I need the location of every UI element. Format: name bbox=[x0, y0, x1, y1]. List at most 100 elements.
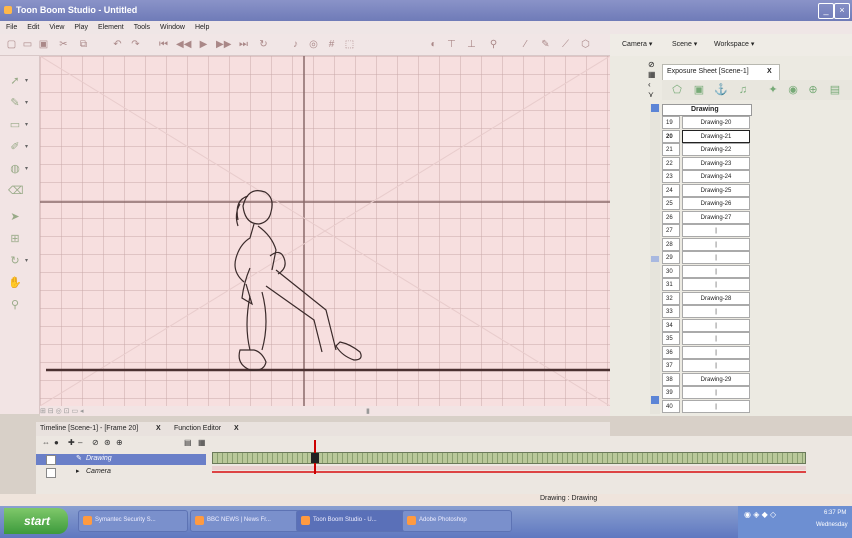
grid-side-icon[interactable]: ▦ bbox=[648, 70, 656, 79]
select-tool-icon[interactable]: ➚ ▾ bbox=[8, 74, 28, 88]
safe-area-icon[interactable]: ⬚ bbox=[344, 39, 355, 50]
prev-frame-icon[interactable]: ◀◀ bbox=[176, 39, 191, 50]
layer-visible-checkbox[interactable] bbox=[46, 468, 56, 478]
menu-tools[interactable]: Tools bbox=[134, 21, 150, 34]
drawing-cell[interactable]: | bbox=[682, 359, 750, 372]
canvas-scroll-thumb[interactable]: ▮ bbox=[366, 407, 370, 415]
effects-icon[interactable]: ✦ bbox=[766, 83, 780, 97]
drawing-cell[interactable]: Drawing-26 bbox=[682, 197, 750, 210]
drawing-cell[interactable]: Drawing-23 bbox=[682, 156, 750, 170]
drawing-cell[interactable]: | bbox=[682, 305, 750, 318]
drawing-cell[interactable]: Drawing-27 bbox=[682, 210, 750, 224]
brush-tool-icon[interactable]: ✎ ▾ bbox=[8, 96, 28, 110]
play-icon[interactable]: ▶ bbox=[198, 39, 209, 50]
exposure-row[interactable]: 21 Drawing-22 bbox=[662, 143, 752, 156]
collapse-side-icon[interactable]: ‹ bbox=[648, 80, 651, 89]
timeline-settings-icon[interactable]: ▤ bbox=[184, 438, 192, 447]
task-photoshop[interactable]: Adobe Photoshop bbox=[402, 510, 512, 532]
exposure-row[interactable]: 33 | bbox=[662, 305, 752, 318]
layer-row-drawing[interactable]: ✎ Drawing bbox=[36, 454, 206, 465]
sound-icon[interactable]: ♪ bbox=[290, 39, 301, 50]
balance-icon[interactable]: ⊥ bbox=[466, 39, 477, 50]
function-editor-close-icon[interactable]: X bbox=[234, 425, 239, 432]
exposure-row[interactable]: 22 Drawing-23 bbox=[662, 156, 752, 170]
exposure-row[interactable]: 23 Drawing-24 bbox=[662, 170, 752, 183]
save-icon[interactable]: ▣ bbox=[38, 39, 49, 50]
exposure-row[interactable]: 25 Drawing-26 bbox=[662, 197, 752, 210]
exposure-row[interactable]: 39 | bbox=[662, 386, 752, 399]
copy-icon[interactable]: ⧉ bbox=[78, 39, 89, 50]
onion-skin-icon[interactable]: ◎ bbox=[308, 39, 319, 50]
hand-tool-icon[interactable]: ✋ bbox=[8, 276, 22, 290]
exposure-row[interactable]: 40 | bbox=[662, 399, 752, 413]
redo-icon[interactable]: ↷ bbox=[130, 39, 141, 50]
minimize-button[interactable]: _ bbox=[818, 3, 834, 19]
drawing-cell[interactable]: | bbox=[682, 237, 750, 251]
first-frame-icon[interactable]: ⏮ bbox=[158, 39, 169, 50]
pencil-tool-icon[interactable]: ✐ ▾ bbox=[8, 140, 28, 154]
drawing-cell[interactable]: | bbox=[682, 318, 750, 332]
grid-icon[interactable]: # bbox=[326, 39, 337, 50]
exposure-row[interactable]: 37 | bbox=[662, 359, 752, 372]
align-icon[interactable]: ⊤ bbox=[446, 39, 457, 50]
new-icon[interactable]: ▢ bbox=[6, 39, 17, 50]
frame-ruler[interactable] bbox=[212, 440, 806, 450]
camera-dropdown[interactable]: Camera ▾ bbox=[622, 40, 652, 48]
menu-element[interactable]: Element bbox=[98, 21, 124, 34]
group-icon[interactable]: ⊕ bbox=[806, 83, 820, 97]
shape-tool-icon[interactable]: ▭ ▾ bbox=[8, 118, 28, 132]
start-button[interactable]: start bbox=[4, 508, 68, 534]
exposure-row[interactable]: 24 Drawing-25 bbox=[662, 183, 752, 197]
grid-tool-icon[interactable]: ⊞ bbox=[8, 232, 22, 246]
drawing-cell[interactable]: | bbox=[682, 332, 750, 345]
exposure-row[interactable]: 38 Drawing-29 bbox=[662, 372, 752, 386]
zoom-tool-icon[interactable]: ⚲ bbox=[8, 298, 22, 312]
cut-icon[interactable]: ✂ bbox=[58, 39, 69, 50]
exposure-row[interactable]: 27 | bbox=[662, 224, 752, 237]
task-symantec[interactable]: Symantec Security S... bbox=[78, 510, 188, 532]
timeline-tab-close-icon[interactable]: X bbox=[156, 425, 161, 432]
layer-row-camera[interactable]: ▸ Camera bbox=[36, 467, 206, 478]
exposure-row[interactable]: 30 | bbox=[662, 264, 752, 278]
tab-timeline[interactable]: Timeline [Scene-1] - [Frame 20] bbox=[40, 425, 138, 432]
paint-tool-icon[interactable]: ◍ ▾ bbox=[8, 162, 28, 176]
transform-tool-icon[interactable]: ➤ bbox=[8, 210, 22, 224]
exposure-row[interactable]: 20 Drawing-21 bbox=[662, 129, 752, 143]
exposure-row[interactable]: 32 Drawing-28 bbox=[662, 291, 752, 305]
drawing-cell[interactable]: Drawing-22 bbox=[682, 143, 750, 156]
next-frame-icon[interactable]: ▶▶ bbox=[216, 39, 231, 50]
drawing-cell[interactable]: | bbox=[682, 264, 750, 278]
delete-element-icon[interactable]: ▤ bbox=[828, 83, 842, 97]
drawing-canvas[interactable] bbox=[40, 56, 610, 406]
rotate-tool-icon[interactable]: ↻ ▾ bbox=[8, 254, 28, 268]
task-bbc[interactable]: BBC NEWS | News Fr... bbox=[190, 510, 300, 532]
light-table-icon[interactable]: ◐ bbox=[428, 39, 439, 50]
drawing-cell[interactable]: Drawing-25 bbox=[682, 183, 750, 197]
camera-layer-frames[interactable] bbox=[212, 466, 806, 470]
menu-help[interactable]: Help bbox=[195, 21, 209, 34]
exposure-row[interactable]: 29 | bbox=[662, 251, 752, 264]
remove-layer-icon[interactable]: – bbox=[78, 438, 82, 447]
drawing-cell[interactable]: Drawing-29 bbox=[682, 372, 750, 386]
drawing-cell[interactable]: Drawing-24 bbox=[682, 170, 750, 183]
exposure-sheet-close-icon[interactable]: X bbox=[767, 68, 772, 75]
drawing-cell[interactable]: | bbox=[682, 399, 750, 413]
scroll-thumb[interactable] bbox=[651, 256, 659, 262]
loop-icon[interactable]: ↻ bbox=[258, 39, 269, 50]
drawing-layer-frames[interactable] bbox=[212, 452, 806, 464]
layer-visible-checkbox[interactable] bbox=[46, 455, 56, 465]
exposure-row[interactable]: 28 | bbox=[662, 237, 752, 251]
drawing-cell[interactable]: Drawing-20 bbox=[682, 116, 750, 129]
menu-play[interactable]: Play bbox=[74, 21, 88, 34]
link-icon[interactable]: ⇔ bbox=[42, 438, 50, 447]
onion-skin-side-icon[interactable]: ⊘ bbox=[648, 60, 655, 69]
drawing-cell[interactable]: | bbox=[682, 386, 750, 399]
peg-icon[interactable]: ⚓ bbox=[714, 83, 728, 97]
drawing-cell[interactable]: | bbox=[682, 345, 750, 359]
undo-icon[interactable]: ↶ bbox=[112, 39, 123, 50]
last-frame-icon[interactable]: ⏭ bbox=[238, 39, 249, 50]
menu-file[interactable]: File bbox=[6, 21, 17, 34]
drawing-cell[interactable]: Drawing-28 bbox=[682, 291, 750, 305]
ink-icon[interactable]: ⬡ bbox=[580, 39, 591, 50]
camera-element-icon[interactable]: ◉ bbox=[786, 83, 800, 97]
